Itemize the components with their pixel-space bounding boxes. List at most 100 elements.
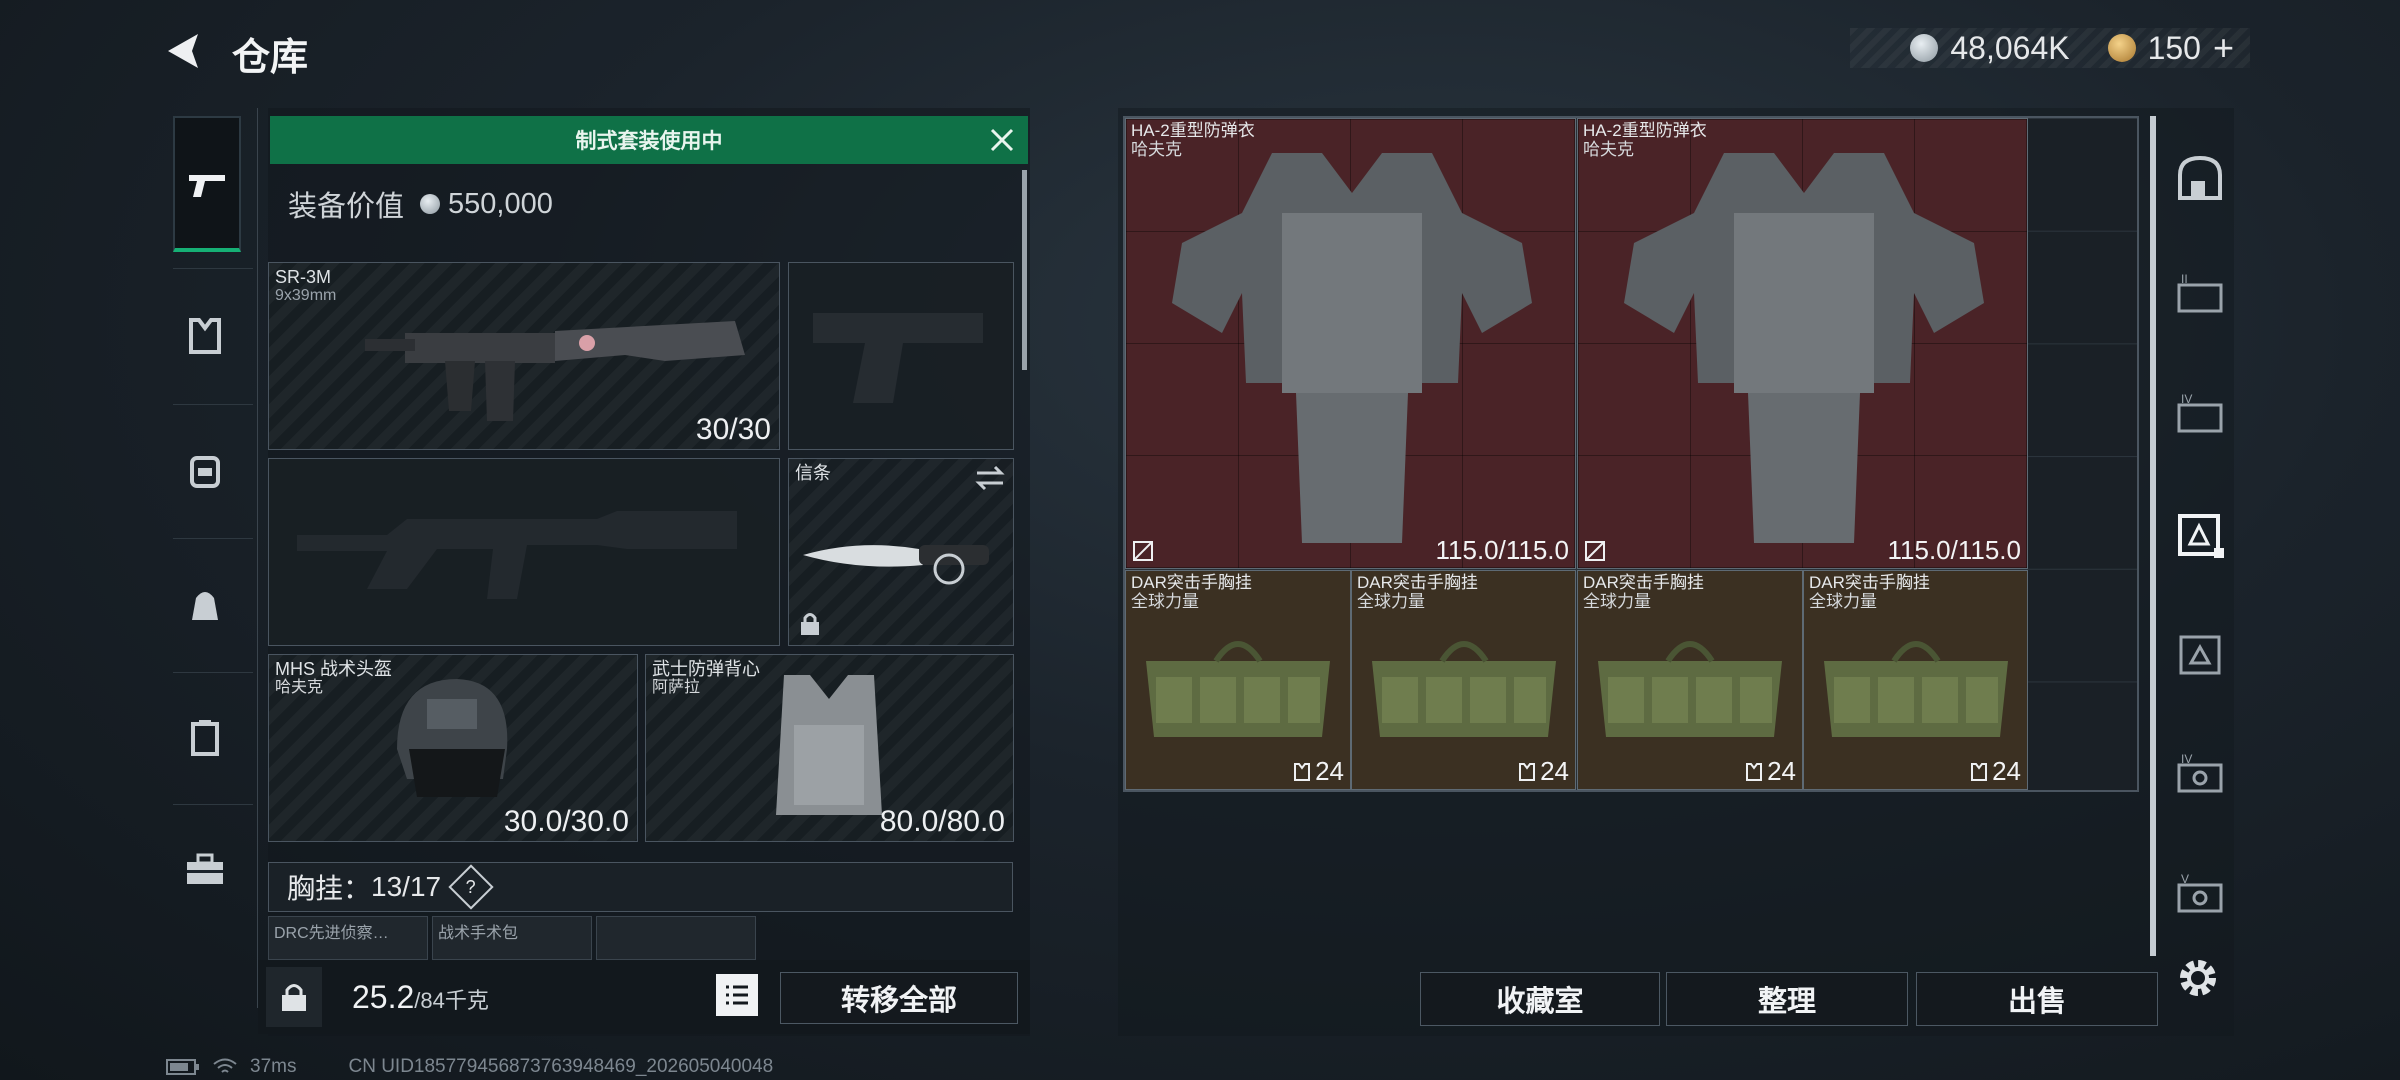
chest-rig-image	[1146, 641, 1330, 737]
storage-item[interactable]: DAR突击手胸挂 全球力量 24	[1351, 570, 1576, 790]
backpack-icon	[190, 456, 220, 488]
primary-weapon-caliber: 9x39mm	[275, 287, 337, 304]
storage-scrollbar[interactable]	[2150, 116, 2156, 956]
helmet-name: MHS 战术头盔	[275, 659, 392, 679]
nav-safe-box[interactable]	[173, 838, 237, 902]
weight-lock-button[interactable]	[266, 967, 322, 1027]
mark-icon	[1585, 541, 1605, 561]
helmet-slot[interactable]: MHS 战术头盔 哈夫克 30.0/30.0	[268, 654, 638, 842]
storage-tab-active[interactable]	[2172, 506, 2228, 562]
vest-icon	[1971, 762, 1988, 781]
heavy-armor-image	[1172, 153, 1532, 543]
wifi-icon	[213, 1058, 237, 1073]
list-view-button[interactable]	[716, 974, 758, 1016]
preset-kit-banner: 制式套装使用中	[270, 116, 1028, 164]
sort-button[interactable]: 整理	[1666, 972, 1908, 1026]
battery-icon	[166, 1059, 199, 1075]
vest-icon	[1519, 762, 1536, 781]
helmet-image	[397, 679, 508, 797]
help-icon[interactable]: ?	[448, 864, 494, 910]
chest-item[interactable]: DRC先进侦察…	[268, 916, 428, 960]
move-all-button[interactable]: 转移全部	[780, 972, 1018, 1024]
carry-weight: 25.2/84千克	[352, 979, 489, 1016]
equipment-value-row: 装备价值 550,000	[270, 168, 1010, 240]
settings-button[interactable]	[2172, 952, 2224, 1004]
storage-tab-5[interactable]	[2172, 626, 2228, 682]
nav-pouch[interactable]	[173, 706, 237, 770]
gold-coin-icon	[2107, 34, 2136, 62]
primary-weapon-slot[interactable]: SR-3M 9x39mm 30/30	[268, 262, 780, 450]
storage-tab-6[interactable]: IV	[2172, 746, 2228, 802]
storage-tab-all[interactable]	[2172, 150, 2228, 206]
page-title: 仓库	[232, 37, 309, 79]
item-name: DAR突击手胸挂	[1809, 573, 1930, 592]
armor-name: 武士防弹背心	[652, 659, 760, 679]
equipment-value: 550,000	[448, 187, 553, 220]
currency-display: 48,064K 150 +	[1850, 27, 2250, 69]
equipment-value-label: 装备价值	[288, 191, 405, 223]
gear-icon	[2180, 960, 2216, 996]
item-capacity: 24	[1745, 756, 1796, 787]
item-brand: 全球力量	[1357, 592, 1425, 611]
close-icon[interactable]	[986, 124, 1018, 156]
chest-rig-image	[1824, 641, 2008, 737]
nav-backpack[interactable]	[173, 572, 237, 636]
add-currency-button[interactable]: +	[2213, 27, 2234, 69]
storage-tabs: II IV IV V	[2164, 108, 2234, 1008]
nav-chest-rig[interactable]	[173, 438, 237, 502]
back-arrow-icon	[168, 34, 198, 68]
storage-item[interactable]: HA-2重型防弹衣 哈夫克 115.0/115.0	[1577, 118, 2028, 569]
loadout-category-nav	[163, 108, 258, 1008]
storage-item[interactable]: HA-2重型防弹衣 哈夫克 115.0/115.0	[1125, 118, 1576, 569]
knife-image	[803, 545, 989, 585]
chest-rig-label: 胸挂：	[287, 873, 372, 904]
storage-tab-4[interactable]: IV	[2172, 386, 2228, 442]
storage-grid: HA-2重型防弹衣 哈夫克 115.0/115.0 HA-2重型防弹衣 哈夫克 …	[1123, 116, 2139, 792]
collection-room-button[interactable]: 收藏室	[1420, 972, 1660, 1026]
chest-rig-count: 13/17	[371, 871, 442, 902]
swap-icon[interactable]	[975, 465, 1005, 491]
uid-text: CN UID1857794568737639484​69_20260504004…	[348, 1056, 774, 1077]
item-durability: 115.0/115.0	[1887, 535, 2022, 565]
armor-durability: 80.0/80.0	[879, 805, 1005, 838]
sidearm-slot[interactable]	[788, 262, 1014, 450]
storage-item[interactable]: DAR突击手胸挂 全球力量 24	[1125, 570, 1351, 790]
storage-tab-7[interactable]: V	[2172, 866, 2228, 922]
silver-amount: 48,064K	[1950, 29, 2070, 66]
storage-item[interactable]: DAR突击手胸挂 全球力量 24	[1803, 570, 2028, 790]
nav-armor[interactable]	[173, 304, 237, 368]
item-name: DAR突击手胸挂	[1357, 573, 1478, 592]
nav-weapons[interactable]	[173, 116, 241, 252]
rifle-image	[365, 321, 745, 421]
mark-icon	[1133, 541, 1153, 561]
pistol-silhouette-icon	[813, 313, 983, 403]
safe-icon	[2178, 155, 2222, 200]
svg-text:V: V	[2181, 872, 2189, 886]
item-capacity: 24	[1293, 756, 1344, 787]
storage-page-icon: V	[2177, 872, 2223, 913]
melee-slot[interactable]: 信条	[788, 458, 1014, 646]
svg-text:II: II	[2181, 272, 2188, 286]
chest-rig-capacity[interactable]: 胸挂： 13/17 ?	[268, 862, 1013, 912]
storage-item[interactable]: DAR突击手胸挂 全球力量 24	[1577, 570, 1803, 790]
storage-tab-2[interactable]: II	[2172, 266, 2228, 322]
lock-icon	[801, 613, 819, 635]
body-armor-slot[interactable]: 武士防弹背心 阿萨拉 80.0/80.0	[645, 654, 1014, 842]
armor-brand: 阿萨拉	[652, 679, 701, 696]
storage-page-icon: II	[2177, 272, 2223, 313]
ping-text: 37ms	[250, 1056, 297, 1077]
vest-icon	[1294, 762, 1311, 781]
secondary-weapon-slot[interactable]	[268, 458, 780, 646]
svg-text:IV: IV	[2181, 752, 2192, 766]
chest-item[interactable]: 战术手术包	[432, 916, 592, 960]
chest-item[interactable]	[596, 916, 756, 960]
loadout-scrollbar[interactable]	[1022, 170, 1027, 370]
silver-coin-icon	[1910, 34, 1939, 62]
chest-rig-image	[1598, 641, 1782, 737]
lock-icon	[282, 984, 306, 1011]
vest-image	[776, 675, 882, 815]
heavy-armor-image	[1624, 153, 1984, 543]
storage-page-icon	[2179, 635, 2221, 675]
back-button[interactable]	[160, 28, 206, 74]
sell-button[interactable]: 出售	[1916, 972, 2158, 1026]
